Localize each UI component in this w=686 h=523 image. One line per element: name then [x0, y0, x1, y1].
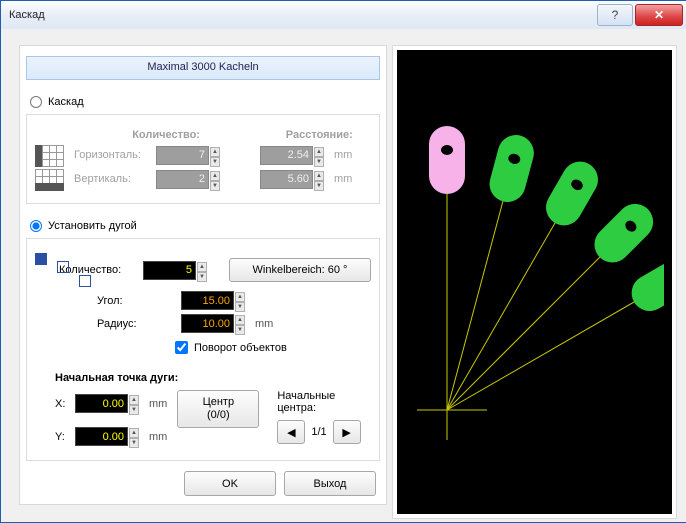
unit-label: mm: [255, 318, 273, 330]
angle-range-button[interactable]: Winkelbereich: 60 °: [229, 258, 371, 282]
start-x-input[interactable]: ▲▼: [75, 394, 139, 413]
rotate-checkbox[interactable]: [175, 341, 188, 354]
h-qty-input: ▲▼: [156, 146, 220, 165]
radio-arc[interactable]: [30, 220, 42, 232]
arc-qty-input[interactable]: ▲▼: [143, 261, 207, 280]
arc-qty-label: Количество:: [59, 264, 137, 276]
preview-canvas: [397, 50, 672, 514]
close-icon: ✕: [654, 8, 664, 22]
arc-icon: [35, 253, 49, 287]
nav-pos: 1/1: [311, 426, 326, 438]
cascade-h-row: Горизонталь: ▲▼ ▲▼ mm: [35, 145, 371, 165]
start-title: Начальная точка дуги:: [55, 372, 371, 384]
start-point-block: Начальная точка дуги: X: ▲▼ mm Y: ▲▼: [35, 366, 371, 450]
header-strip: Maximal 3000 Kacheln: [26, 56, 380, 80]
exit-button[interactable]: Выход: [284, 471, 376, 496]
v-dist-input: ▲▼: [260, 170, 324, 189]
arc-radius-input[interactable]: ▲▼: [181, 314, 245, 333]
dist-header: Расстояние:: [268, 129, 371, 141]
titlebar: Каскад ? ✕: [1, 1, 686, 30]
arc-angle-label: Угол:: [97, 295, 175, 307]
nav-title: Начальные центра:: [277, 390, 371, 414]
tile-h-icon: [35, 145, 62, 165]
arc-radius-label: Радиус:: [97, 318, 175, 330]
mode-arc-row[interactable]: Установить дугой: [26, 214, 380, 238]
radio-cascade-label: Каскад: [48, 96, 84, 108]
prev-center-button[interactable]: ◀: [277, 420, 305, 444]
help-button[interactable]: ?: [597, 4, 633, 26]
center-button[interactable]: Центр (0/0): [177, 390, 259, 428]
settings-panel: Maximal 3000 Kacheln Каскад Количество: …: [19, 45, 387, 505]
preview-panel: [392, 45, 677, 519]
arc-group: Количество: ▲▼ Winkelbereich: 60 ° Угол:…: [26, 238, 380, 461]
spinner[interactable]: ▲▼: [197, 262, 207, 279]
spinner[interactable]: ▲▼: [235, 292, 245, 309]
spinner[interactable]: ▲▼: [235, 315, 245, 332]
x-label: X:: [55, 398, 69, 410]
radio-cascade[interactable]: [30, 96, 42, 108]
qty-header: Количество:: [96, 129, 261, 141]
h-label: Горизонталь:: [74, 149, 150, 161]
start-y-input[interactable]: ▲▼: [75, 427, 139, 446]
window-title: Каскад: [9, 9, 595, 21]
help-icon: ?: [612, 8, 619, 22]
rotate-label: Поворот объектов: [194, 342, 287, 354]
close-button[interactable]: ✕: [635, 4, 683, 26]
v-qty-input: ▲▼: [156, 170, 220, 189]
preview-svg: [397, 50, 664, 506]
chevron-left-icon: ◀: [287, 426, 295, 439]
next-center-button[interactable]: ▶: [333, 420, 361, 444]
spinner[interactable]: ▲▼: [129, 395, 139, 412]
arc-angle-input[interactable]: ▲▼: [181, 291, 245, 310]
radio-arc-label: Установить дугой: [48, 220, 137, 232]
mode-cascade-row[interactable]: Каскад: [26, 90, 380, 114]
tile-v-icon: [35, 169, 62, 189]
chevron-right-icon: ▶: [342, 426, 350, 439]
v-label: Вертикаль:: [74, 173, 150, 185]
cascade-v-row: Вертикаль: ▲▼ ▲▼ mm: [35, 169, 371, 189]
h-dist-input: ▲▼: [260, 146, 324, 165]
y-label: Y:: [55, 431, 69, 443]
client-area: Maximal 3000 Kacheln Каскад Количество: …: [1, 29, 686, 522]
spinner[interactable]: ▲▼: [129, 428, 139, 445]
ok-button[interactable]: OK: [184, 471, 276, 496]
dialog-window: Каскад ? ✕ Maximal 3000 Kacheln Каскад К…: [0, 0, 686, 523]
cascade-group: Количество: Расстояние: Горизонталь: ▲▼ …: [26, 114, 380, 204]
